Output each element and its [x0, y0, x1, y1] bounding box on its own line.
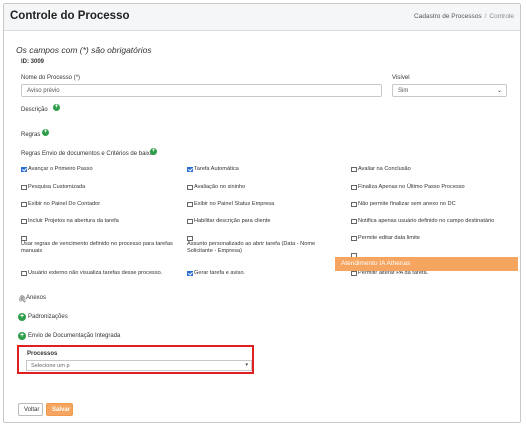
checkbox-box[interactable]: [351, 270, 357, 276]
main-panel: Controle do Processo Cadastro de Process…: [3, 3, 521, 423]
envio-documentacao-link[interactable]: Envio de Documentação Integrada: [28, 333, 120, 339]
checkbox-box[interactable]: [187, 270, 193, 276]
checkbox-label: Gerar tarefa e aviso.: [194, 270, 245, 276]
checkbox-usar-regras-vencimento[interactable]: Usar regras de vencimento definido no pr…: [21, 235, 181, 255]
checkbox-label: Avaliação no sininho: [194, 184, 246, 190]
checkbox-box[interactable]: [351, 184, 357, 190]
checkbox-box[interactable]: [21, 218, 27, 224]
checkbox-exibir-painel-status[interactable]: Exibir no Painel Status Empresa: [187, 201, 347, 208]
checkbox-label: Notifica apenas usuário definido no camp…: [358, 218, 495, 224]
add-description-icon[interactable]: +: [53, 104, 60, 111]
checkbox-box[interactable]: [21, 184, 27, 190]
page-title: Controle do Processo: [10, 10, 130, 22]
checkbox-box[interactable]: [21, 201, 27, 207]
checkbox-label: Não permite finalizar sem anexo no DC: [358, 201, 456, 207]
checkbox-pesquisa-customizada[interactable]: Pesquisa Customizada: [21, 184, 181, 191]
checkbox-box[interactable]: [21, 235, 27, 241]
checkbox-label: Avaliar na Conclusão: [358, 166, 411, 172]
visible-select-value: Sim: [398, 88, 409, 94]
add-rule-icon[interactable]: +: [42, 129, 49, 136]
process-name-label: Nome do Processo (*): [21, 75, 81, 81]
checkbox-avaliacao-sininho[interactable]: Avaliação no sininho: [187, 184, 347, 191]
breadcrumb-controle: Controle: [489, 13, 514, 20]
required-note: Os campos com (*) são obrigatórios: [16, 45, 152, 55]
checkbox-label: Exibir no Painel Status Empresa: [194, 201, 275, 207]
page-header: Controle do Processo Cadastro de Process…: [4, 4, 520, 31]
checkbox-label: Tarefa Automática: [194, 166, 239, 172]
description-label: Descrição: [21, 107, 48, 113]
chevron-down-icon: ▾: [245, 362, 248, 368]
processos-select[interactable]: Selecione um p ▾: [26, 360, 252, 371]
processos-label: Processos: [27, 351, 58, 357]
checkbox-box[interactable]: [351, 235, 357, 241]
checkbox-permitir-alterar-pa[interactable]: Permitir alterar PA da tarefa.: [351, 270, 516, 277]
process-id: ID: 3009: [21, 59, 45, 65]
visible-select[interactable]: Sim ⌄: [392, 84, 507, 97]
checkbox-nao-permite-finalizar[interactable]: Não permite finalizar sem anexo no DC: [351, 201, 516, 208]
rules-label: Regras: [21, 132, 41, 138]
add-envio-doc-icon[interactable]: +: [18, 332, 26, 340]
save-button[interactable]: Salvar: [46, 403, 73, 416]
checkbox-box[interactable]: [187, 235, 193, 241]
add-padronizacoes-icon[interactable]: +: [18, 313, 26, 321]
checkbox-label: Habilitar descrição para cliente: [194, 218, 271, 224]
checkbox-avaliar-conclusao[interactable]: Avaliar na Conclusão: [351, 166, 516, 173]
checkbox-box[interactable]: [187, 184, 193, 190]
checkbox-label: Usuário externo não visualiza tarefas de…: [28, 270, 163, 276]
checkbox-finaliza-ultimo-passo[interactable]: Finaliza Apenas no Último Passo Processo: [351, 184, 516, 191]
checkbox-box[interactable]: [187, 201, 193, 207]
checkbox-label: Incluir Projetos na abertura da tarefa: [28, 218, 119, 224]
checkbox-box[interactable]: [351, 218, 357, 224]
checkbox-label: Permitir alterar PA da tarefa.: [358, 270, 429, 276]
checkbox-label: Pesquisa Customizada: [28, 184, 86, 190]
chevron-down-icon: ⌄: [496, 88, 502, 94]
add-rules-docs-icon[interactable]: +: [150, 148, 157, 155]
checkbox-exibir-painel-contador[interactable]: Exibir no Painel Do Contador: [21, 201, 181, 208]
checkbox-box[interactable]: [351, 166, 357, 172]
checkbox-box[interactable]: [187, 218, 193, 224]
checkbox-label: Usar regras de vencimento definido no pr…: [21, 241, 173, 254]
checkbox-habilitar-descricao[interactable]: Habilitar descrição para cliente: [187, 218, 347, 225]
process-name-input[interactable]: Aviso prévio: [21, 84, 382, 97]
breadcrumb-cadastro[interactable]: Cadastro de Processos: [414, 13, 482, 20]
checkbox-box[interactable]: [187, 166, 193, 172]
checkbox-label: Exibir no Painel Do Contador: [28, 201, 101, 207]
checkbox-permite-editar-data[interactable]: Permite editar data limite: [351, 235, 516, 242]
visible-label: Visível: [392, 75, 410, 81]
checkbox-label: Avançar o Primeiro Passo: [28, 166, 93, 172]
processos-select-placeholder: Selecione um p: [31, 363, 70, 369]
checkbox-box[interactable]: [351, 201, 357, 207]
anexos-link[interactable]: Anexos: [26, 295, 46, 301]
checkbox-notifica-usuario[interactable]: Notifica apenas usuário definido no camp…: [351, 218, 519, 225]
processos-highlight: Processos Selecione um p ▾: [17, 345, 254, 374]
checkbox-label: Assunto personalizado ao abrir tarefa (D…: [187, 241, 316, 254]
checkbox-tarefa-automatica[interactable]: Tarefa Automática: [187, 166, 347, 173]
breadcrumb-separator: /: [484, 13, 487, 20]
ia-assistant-banner[interactable]: Atendimento IA Athenas: [335, 257, 518, 271]
checkbox-label: Permite editar data limite: [358, 235, 420, 241]
checkbox-incluir-projetos[interactable]: Incluir Projetos na abertura da tarefa: [21, 218, 181, 225]
breadcrumb: Cadastro de Processos / Controle: [414, 13, 514, 20]
checkbox-assunto-personalizado[interactable]: Assunto personalizado ao abrir tarefa (D…: [187, 235, 337, 255]
checkbox-box[interactable]: [21, 270, 27, 276]
checkbox-gerar-tarefa-aviso[interactable]: Gerar tarefa e aviso.: [187, 270, 347, 277]
back-button[interactable]: Voltar: [18, 403, 43, 416]
checkbox-avancar-primeiro-passo[interactable]: Avançar o Primeiro Passo: [21, 166, 181, 173]
padronizacoes-link[interactable]: Padronizações: [28, 314, 68, 320]
rules-docs-label: Regras Envio de documentos e Critérios d…: [21, 151, 154, 157]
checkbox-usuario-externo[interactable]: Usuário externo não visualiza tarefas de…: [21, 270, 186, 277]
checkbox-box[interactable]: [21, 166, 27, 172]
checkbox-label: Finaliza Apenas no Último Passo Processo: [358, 184, 465, 190]
